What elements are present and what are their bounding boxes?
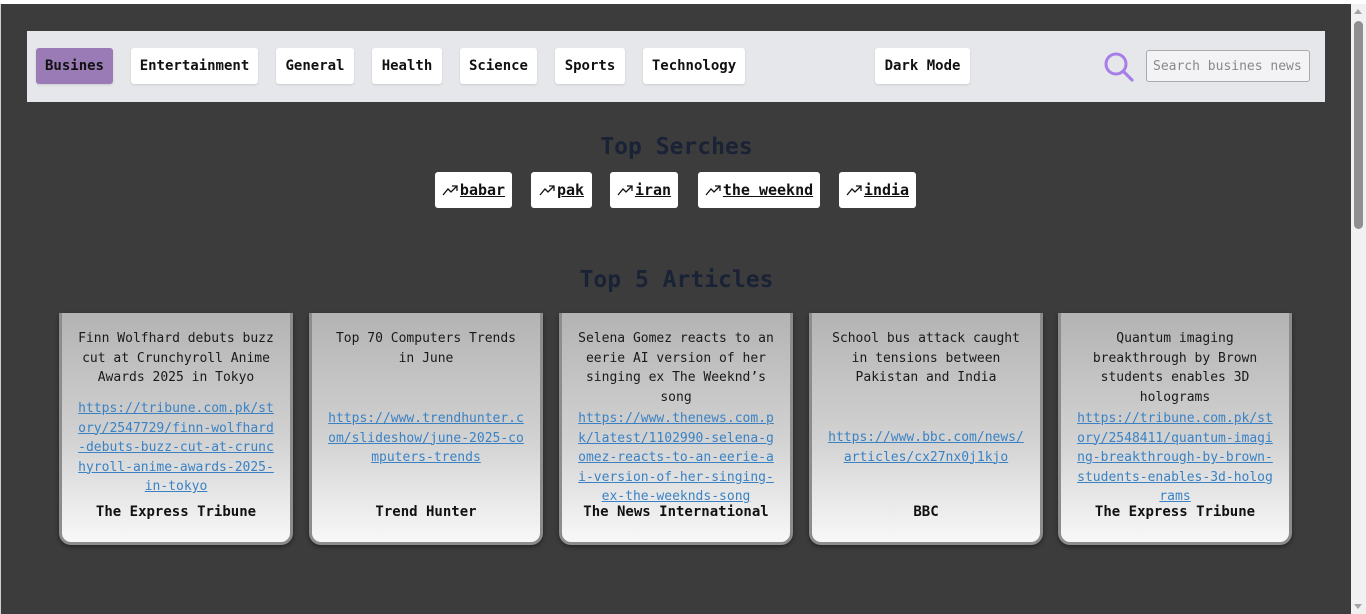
nav-busines-button[interactable]: Busines [36, 48, 113, 84]
article-link[interactable]: https://tribune.com.pk/story/2548411/qua… [1075, 409, 1275, 507]
article-card: Selena Gomez reacts to an eerie AI versi… [559, 313, 793, 545]
category-navbar: Busines Entertainment General Health Sci… [27, 31, 1325, 102]
article-card: School bus attack caught in tensions bet… [809, 313, 1043, 545]
trend-chip-iran[interactable]: iran [610, 172, 678, 208]
page-viewport: Busines Entertainment General Health Sci… [0, 4, 1352, 614]
trend-label: babar [459, 181, 506, 199]
trend-chip-the-weeknd[interactable]: the weeknd [698, 172, 820, 208]
nav-general-button[interactable]: General [276, 48, 354, 84]
vertical-scrollbar[interactable] [1351, 4, 1366, 614]
trending-up-icon [539, 185, 555, 196]
article-link[interactable]: https://tribune.com.pk/story/2547729/fin… [76, 399, 276, 497]
trend-chip-babar[interactable]: babar [435, 172, 512, 208]
trending-up-icon [617, 185, 633, 196]
trend-chip-india[interactable]: india [839, 172, 916, 208]
nav-entertainment-button[interactable]: Entertainment [131, 48, 258, 84]
article-link[interactable]: https://www.trendhunter.com/slideshow/ju… [326, 409, 526, 468]
article-card: Quantum imaging breakthrough by Brown st… [1058, 313, 1292, 545]
trend-label: india [863, 181, 910, 199]
scroll-down-arrow[interactable] [1354, 604, 1362, 609]
trending-up-icon [442, 185, 458, 196]
article-title: School bus attack caught in tensions bet… [832, 331, 1020, 385]
article-card: Top 70 Computers Trends in June https://… [309, 313, 543, 545]
article-source: The News International [583, 504, 769, 520]
article-source: Trend Hunter [375, 504, 477, 520]
nav-sports-button[interactable]: Sports [555, 48, 625, 84]
article-link[interactable]: https://www.bbc.com/news/articles/cx27nx… [826, 428, 1026, 467]
article-title: Top 70 Computers Trends in June [335, 331, 516, 366]
search-icon[interactable] [1103, 51, 1135, 83]
search-input[interactable] [1146, 50, 1310, 82]
trend-label: the weeknd [722, 181, 814, 199]
dark-mode-button[interactable]: Dark Mode [875, 48, 970, 84]
nav-technology-button[interactable]: Technology [643, 48, 745, 84]
article-source: The Express Tribune [95, 504, 257, 520]
article-title: Selena Gomez reacts to an eerie AI versi… [578, 331, 774, 405]
trend-label: pak [556, 181, 585, 199]
article-card: Finn Wolfhard debuts buzz cut at Crunchy… [59, 313, 293, 545]
trending-up-icon [846, 185, 862, 196]
nav-health-button[interactable]: Health [372, 48, 442, 84]
top-searches-title: Top Serches [600, 134, 753, 160]
top-articles-title: Top 5 Articles [579, 267, 774, 293]
nav-science-button[interactable]: Science [460, 48, 537, 84]
trend-chip-pak[interactable]: pak [531, 172, 592, 208]
scroll-up-arrow[interactable] [1354, 9, 1362, 14]
article-title: Finn Wolfhard debuts buzz cut at Crunchy… [78, 331, 274, 385]
scroll-thumb[interactable] [1354, 21, 1363, 229]
trend-label: iran [634, 181, 672, 199]
article-source: The Express Tribune [1094, 504, 1256, 520]
trending-up-icon [705, 185, 721, 196]
article-source: BBC [913, 504, 939, 520]
article-link[interactable]: https://www.thenews.com.pk/latest/110299… [576, 409, 776, 507]
article-title: Quantum imaging breakthrough by Brown st… [1092, 331, 1258, 405]
